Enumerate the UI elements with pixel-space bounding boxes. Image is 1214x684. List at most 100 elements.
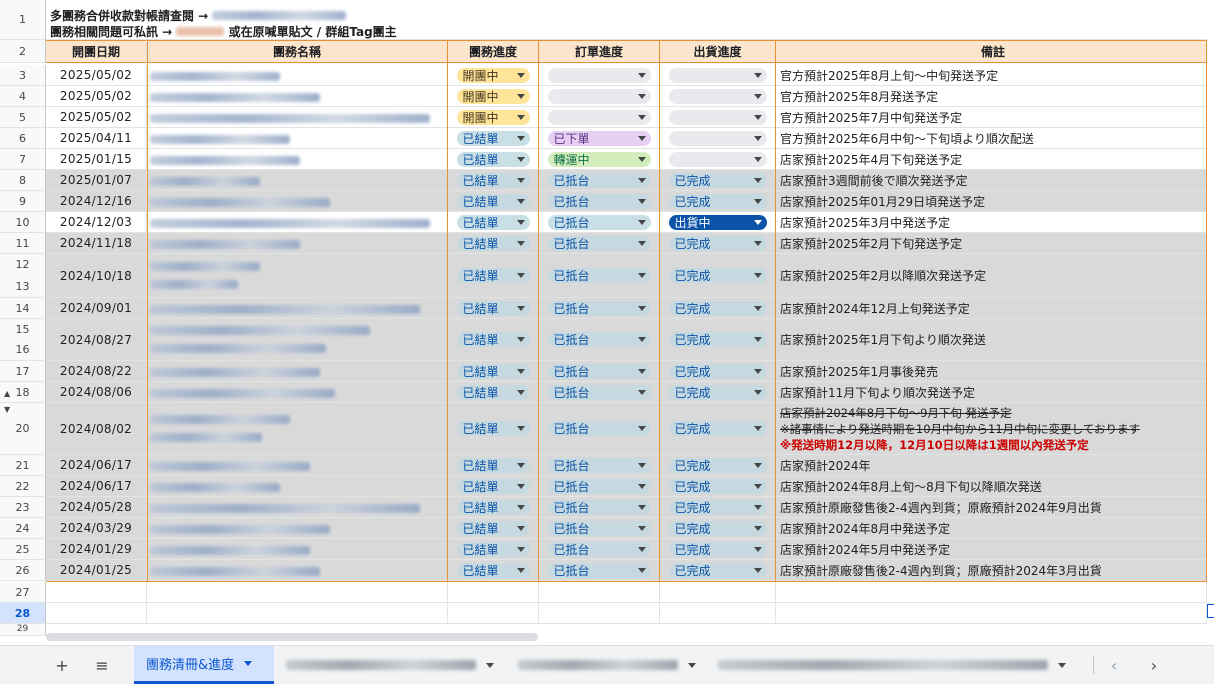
chevron-down-icon[interactable]: [486, 662, 494, 668]
group-status-cell[interactable]: 已結單: [448, 497, 539, 518]
header-name[interactable]: 團務名稱: [147, 40, 448, 63]
ship-status-cell[interactable]: 已完成: [660, 233, 776, 254]
ship-status-cell[interactable]: 已完成: [660, 191, 776, 212]
order-status-cell[interactable]: 已抵台: [539, 361, 660, 382]
chevron-right-icon[interactable]: ›: [1143, 654, 1165, 676]
header-order-status[interactable]: 訂單進度: [539, 40, 660, 63]
cell[interactable]: [539, 603, 660, 624]
ship-status-dropdown[interactable]: [668, 151, 767, 167]
name-cell[interactable]: [147, 149, 448, 170]
notes-cell[interactable]: 店家預計2025年2月下旬発送予定: [776, 233, 1207, 254]
order-status-dropdown[interactable]: 已抵台: [547, 384, 651, 400]
name-cell[interactable]: [147, 361, 448, 382]
group-status-cell[interactable]: 開團中: [448, 86, 539, 107]
group-status-cell[interactable]: 已結單: [448, 149, 539, 170]
group-status-cell[interactable]: 已結單: [448, 233, 539, 254]
group-status-dropdown[interactable]: 已結單: [456, 562, 530, 578]
ship-status-dropdown[interactable]: 已完成: [668, 541, 767, 557]
ship-status-cell[interactable]: [660, 86, 776, 107]
tab-redacted[interactable]: [506, 646, 706, 684]
name-cell[interactable]: [147, 86, 448, 107]
notes-cell[interactable]: 店家預計2025年1月下旬より順次発送: [776, 319, 1207, 361]
group-status-dropdown[interactable]: 開團中: [456, 67, 530, 83]
date-cell[interactable]: 2024/10/18: [46, 254, 147, 298]
notes-cell[interactable]: 官方預計2025年8月上旬～中旬発送予定: [776, 65, 1207, 86]
group-status-cell[interactable]: 已結單: [448, 455, 539, 476]
row-header[interactable]: 23: [0, 497, 46, 518]
cell[interactable]: [147, 603, 448, 624]
order-status-dropdown[interactable]: 已抵台: [547, 172, 651, 188]
ship-status-dropdown[interactable]: [668, 67, 767, 83]
ship-status-cell[interactable]: [660, 128, 776, 149]
order-status-cell[interactable]: 已抵台: [539, 319, 660, 361]
group-status-dropdown[interactable]: 已結單: [456, 130, 530, 146]
ship-status-cell[interactable]: 已完成: [660, 497, 776, 518]
ship-status-dropdown[interactable]: [668, 88, 767, 104]
group-status-cell[interactable]: 已結單: [448, 476, 539, 497]
notes-cell[interactable]: 店家預計2024年8月中発送予定: [776, 518, 1207, 539]
ship-status-cell[interactable]: 已完成: [660, 382, 776, 403]
order-status-dropdown[interactable]: [547, 67, 651, 83]
order-status-dropdown[interactable]: 已抵台: [547, 214, 651, 230]
date-cell[interactable]: 2025/05/02: [46, 107, 147, 128]
row-header[interactable]: 11: [0, 233, 46, 254]
cell[interactable]: [46, 603, 147, 624]
date-cell[interactable]: 2024/06/17: [46, 476, 147, 497]
name-cell[interactable]: [147, 455, 448, 476]
order-status-dropdown[interactable]: 轉運中: [547, 151, 651, 167]
order-status-cell[interactable]: 已抵台: [539, 382, 660, 403]
cell[interactable]: [776, 582, 1207, 603]
date-cell[interactable]: 2024/12/03: [46, 212, 147, 233]
group-status-dropdown[interactable]: 已結單: [456, 300, 530, 316]
name-cell[interactable]: [147, 233, 448, 254]
row-header[interactable]: 15 16: [0, 319, 46, 361]
date-cell[interactable]: 2024/03/29: [46, 518, 147, 539]
ship-status-cell[interactable]: 出貨中: [660, 212, 776, 233]
order-status-dropdown[interactable]: 已抵台: [547, 499, 651, 515]
ship-status-cell[interactable]: 已完成: [660, 361, 776, 382]
header-group-status[interactable]: 團務進度: [448, 40, 539, 63]
notes-cell[interactable]: 官方預計2025年6月中旬～下旬頃より順次配送: [776, 128, 1207, 149]
ship-status-cell[interactable]: [660, 149, 776, 170]
group-status-dropdown[interactable]: 已結單: [456, 214, 530, 230]
cell[interactable]: [539, 582, 660, 603]
chevron-left-icon[interactable]: ‹: [1103, 654, 1125, 676]
group-status-cell[interactable]: 已結單: [448, 518, 539, 539]
ship-status-dropdown[interactable]: [668, 130, 767, 146]
row-header[interactable]: 8: [0, 170, 46, 191]
ship-status-dropdown[interactable]: 已完成: [668, 562, 767, 578]
date-cell[interactable]: 2024/08/22: [46, 361, 147, 382]
group-status-dropdown[interactable]: 已結單: [456, 499, 530, 515]
tab-redacted[interactable]: [274, 646, 506, 684]
order-status-cell[interactable]: [539, 107, 660, 128]
row-header[interactable]: 3: [0, 65, 46, 86]
order-status-dropdown[interactable]: 已抵台: [547, 562, 651, 578]
ship-status-cell[interactable]: 已完成: [660, 560, 776, 581]
cell[interactable]: [147, 582, 448, 603]
order-status-dropdown[interactable]: 已抵台: [547, 421, 651, 436]
order-status-dropdown[interactable]: [547, 109, 651, 125]
notes-cell[interactable]: 店家預計原廠發售後2-4週內到貨；原廠預計2024年9月出貨: [776, 497, 1207, 518]
row-header[interactable]: 29: [0, 624, 46, 636]
group-status-dropdown[interactable]: 開團中: [456, 109, 530, 125]
ship-status-dropdown[interactable]: 已完成: [668, 363, 767, 379]
name-cell[interactable]: [147, 65, 448, 86]
ship-status-dropdown[interactable]: 已完成: [668, 499, 767, 515]
row-header[interactable]: 22: [0, 476, 46, 497]
cell[interactable]: [46, 582, 147, 603]
order-status-dropdown[interactable]: 已抵台: [547, 478, 651, 494]
date-cell[interactable]: 2024/11/18: [46, 233, 147, 254]
name-cell[interactable]: [147, 403, 448, 455]
order-status-cell[interactable]: 轉運中: [539, 149, 660, 170]
row-header[interactable]: 27: [0, 582, 46, 603]
order-status-dropdown[interactable]: 已抵台: [547, 520, 651, 536]
notes-cell[interactable]: 店家預計2025年4月下旬発送予定: [776, 149, 1207, 170]
name-cell[interactable]: [147, 497, 448, 518]
row-header[interactable]: 7: [0, 149, 46, 170]
notes-cell[interactable]: 官方預計2025年7月中旬発送予定: [776, 107, 1207, 128]
order-status-cell[interactable]: 已抵台: [539, 233, 660, 254]
notes-cell[interactable]: 店家預計2024年5月中発送予定: [776, 539, 1207, 560]
ship-status-dropdown[interactable]: 已完成: [668, 235, 767, 251]
order-status-cell[interactable]: 已抵台: [539, 403, 660, 455]
order-status-dropdown[interactable]: 已抵台: [547, 332, 651, 347]
